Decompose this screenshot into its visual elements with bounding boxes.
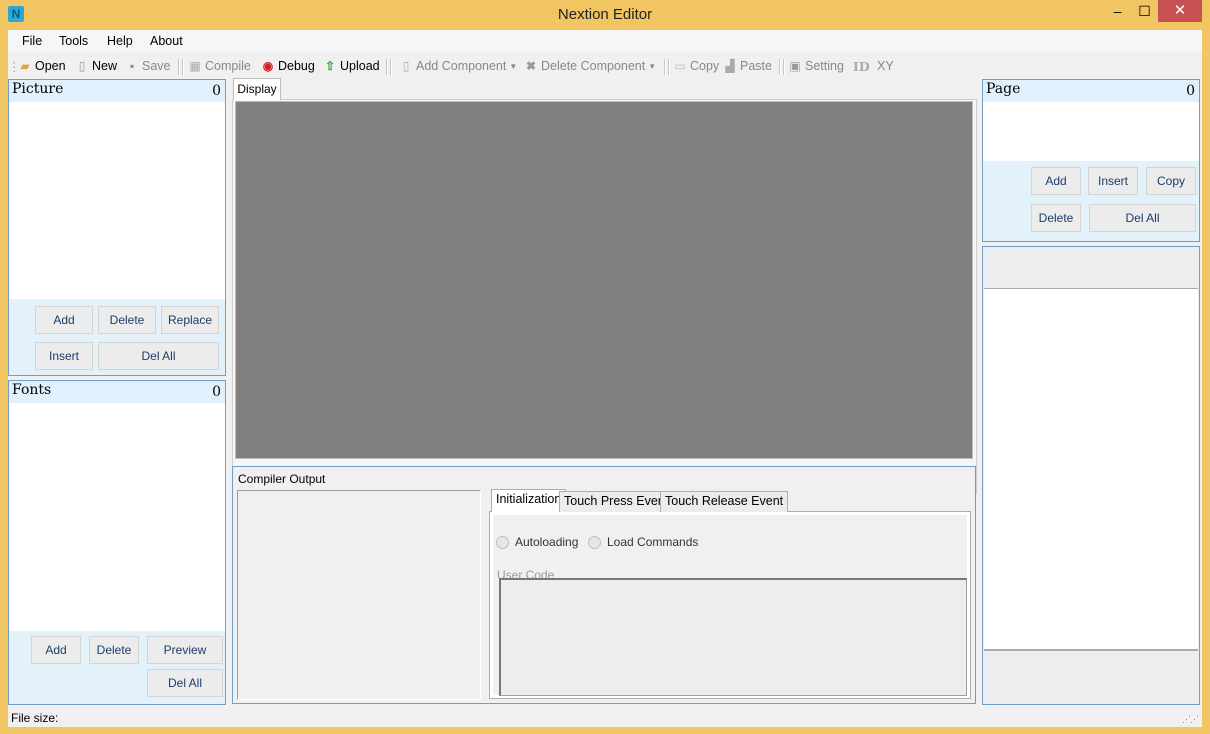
- compile-button[interactable]: ▦ Compile: [188, 59, 251, 73]
- compiler-output-box[interactable]: [237, 490, 481, 700]
- setting-button[interactable]: ▣ Setting: [788, 59, 844, 73]
- toolbar-separator: [178, 59, 180, 75]
- add-component-icon: ▯: [402, 59, 410, 73]
- fonts-preview-button[interactable]: Preview: [147, 636, 223, 664]
- menu-help[interactable]: Help: [107, 34, 133, 48]
- title-bar: N Nextion Editor ‒ ☐ ✕: [0, 0, 1210, 30]
- open-button[interactable]: ▰ Open: [18, 59, 65, 73]
- fonts-delete-button[interactable]: Delete: [89, 636, 139, 664]
- toolbar-separator: [668, 59, 670, 75]
- picture-insert-button[interactable]: Insert: [35, 342, 93, 370]
- toolbar-separator: [182, 59, 184, 75]
- close-button[interactable]: ✕: [1158, 0, 1202, 22]
- toolbar-separator: [779, 59, 781, 75]
- main-window: File Tools Help About ⋮ ▰ Open ▯ New ▪ Save…: [8, 30, 1202, 727]
- tab-initialization[interactable]: Initialization: [491, 489, 567, 512]
- picture-panel: Picture 0 Add Delete Replace Insert Del …: [8, 79, 226, 376]
- page-add-button[interactable]: Add: [1031, 167, 1081, 195]
- radio-circle-icon: [496, 535, 509, 549]
- menu-tools[interactable]: Tools: [59, 34, 88, 48]
- page-delete-button[interactable]: Delete: [1031, 204, 1081, 232]
- page-panel-header: Page 0: [983, 80, 1199, 102]
- picture-add-button[interactable]: Add: [35, 306, 93, 334]
- page-list[interactable]: [983, 102, 1199, 161]
- minimize-button[interactable]: ‒: [1105, 0, 1130, 22]
- fonts-del-all-button[interactable]: Del All: [147, 669, 223, 697]
- maximize-button[interactable]: ☐: [1132, 0, 1157, 22]
- copy-icon: ▭: [674, 59, 686, 73]
- paste-button[interactable]: ▟ Paste: [723, 59, 772, 73]
- autoloading-radio[interactable]: Autoloading: [496, 535, 578, 549]
- file-size-label: File size:: [11, 711, 59, 725]
- compiler-output-panel: Compiler Output Autoloading Load Command…: [232, 466, 976, 704]
- picture-list[interactable]: [9, 102, 225, 299]
- attribute-list[interactable]: [984, 288, 1198, 651]
- toolbar-separator: [664, 59, 666, 75]
- status-bar: File size: ⋰⋰: [8, 707, 1202, 727]
- save-icon: ▪: [129, 59, 135, 73]
- tab-touch-release-event[interactable]: Touch Release Event: [660, 491, 789, 512]
- attribute-panel: [982, 246, 1200, 705]
- menu-file[interactable]: File: [22, 34, 42, 48]
- page-del-all-button[interactable]: Del All: [1089, 204, 1196, 232]
- setting-icon: ▣: [789, 59, 801, 73]
- picture-panel-header: Picture 0: [9, 80, 225, 102]
- page-panel: Page 0 Add Insert Copy Delete Del All: [982, 79, 1200, 242]
- fonts-panel: Fonts 0 Add Delete Preview Del All: [8, 380, 226, 705]
- display-canvas[interactable]: [235, 101, 973, 459]
- picture-delete-button[interactable]: Delete: [98, 306, 156, 334]
- toolbar-separator: [390, 59, 392, 75]
- paste-icon: ▟: [725, 59, 735, 73]
- toolbar-separator: [386, 59, 388, 75]
- menu-bar: File Tools Help About: [8, 30, 1202, 52]
- upload-arrow-icon: ⇧: [324, 59, 336, 73]
- toolbar: ⋮ ▰ Open ▯ New ▪ Save ▦ Compile ◉ Debug ⇧ Uplo…: [8, 54, 1202, 78]
- xy-button[interactable]: XY: [877, 59, 894, 73]
- compile-icon: ▦: [189, 59, 201, 73]
- fonts-add-button[interactable]: Add: [31, 636, 81, 664]
- chevron-down-icon: ▼: [648, 61, 657, 71]
- page-insert-button[interactable]: Insert: [1088, 167, 1138, 195]
- user-code-textarea[interactable]: [499, 578, 967, 696]
- delete-x-icon: ✖: [525, 59, 537, 73]
- toolbar-separator: [783, 59, 785, 75]
- delete-component-button[interactable]: ✖ Delete Component ▼: [524, 59, 656, 73]
- add-component-button[interactable]: ▯ Add Component ▼: [399, 59, 518, 73]
- event-tabs: Autoloading Load Commands User Code Init…: [489, 489, 973, 699]
- new-file-icon: ▯: [78, 59, 86, 73]
- tab-touch-press-event[interactable]: Touch Press Event: [559, 491, 674, 512]
- save-button[interactable]: ▪ Save: [125, 59, 171, 73]
- load-commands-radio[interactable]: Load Commands: [588, 535, 698, 549]
- fonts-list[interactable]: [9, 403, 225, 631]
- page-count: 0: [1186, 83, 1195, 99]
- window-title: Nextion Editor: [557, 6, 653, 23]
- picture-replace-button[interactable]: Replace: [161, 306, 219, 334]
- radio-circle-icon: [588, 535, 601, 549]
- debug-button[interactable]: ◉ Debug: [261, 59, 315, 73]
- upload-button[interactable]: ⇧ Upload: [323, 59, 380, 73]
- new-button[interactable]: ▯ New: [75, 59, 117, 73]
- page-panel-title: Page: [986, 81, 1021, 97]
- resize-grip-icon[interactable]: ⋰⋰: [1182, 714, 1199, 725]
- tab-display[interactable]: Display: [233, 78, 281, 100]
- debug-icon: ◉: [262, 59, 274, 73]
- fonts-count: 0: [212, 384, 221, 400]
- menu-about[interactable]: About: [150, 34, 183, 48]
- picture-del-all-button[interactable]: Del All: [98, 342, 219, 370]
- chevron-down-icon: ▼: [509, 61, 518, 71]
- fonts-panel-header: Fonts 0: [9, 381, 225, 403]
- fonts-panel-title: Fonts: [12, 382, 52, 398]
- compiler-output-title: Compiler Output: [238, 472, 326, 486]
- picture-count: 0: [212, 83, 221, 99]
- picture-panel-title: Picture: [12, 81, 64, 97]
- copy-button[interactable]: ▭ Copy: [673, 59, 719, 73]
- folder-open-icon: ▰: [20, 59, 30, 73]
- page-copy-button[interactable]: Copy: [1146, 167, 1196, 195]
- event-tab-content: Autoloading Load Commands User Code: [489, 511, 971, 699]
- initialization-page: Autoloading Load Commands User Code: [493, 515, 967, 696]
- id-button[interactable]: ID: [853, 59, 870, 74]
